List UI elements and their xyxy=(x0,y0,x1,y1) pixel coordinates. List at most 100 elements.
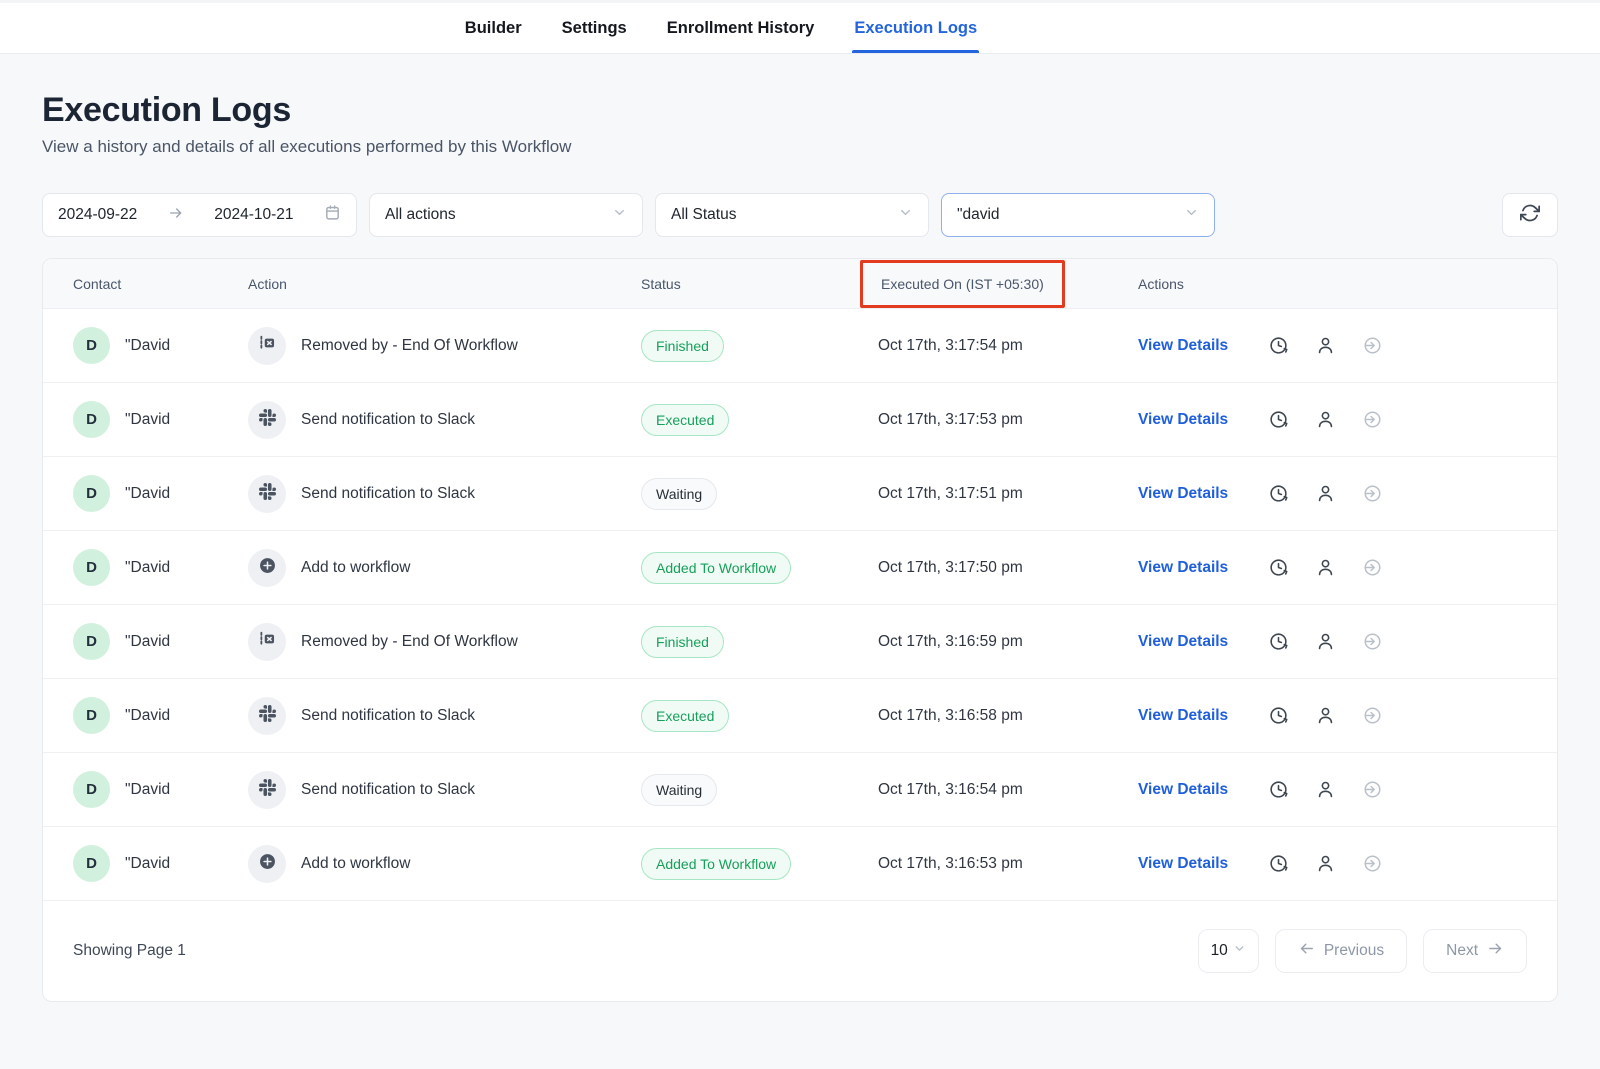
status-badge: Added To Workflow xyxy=(641,552,791,584)
contact-name: "David xyxy=(125,633,170,651)
slack-icon xyxy=(259,409,276,431)
avatar: D xyxy=(73,697,110,734)
user-icon[interactable] xyxy=(1315,631,1336,652)
avatar: D xyxy=(73,549,110,586)
status-cell: Waiting xyxy=(641,478,878,510)
history-icon[interactable] xyxy=(1268,335,1289,356)
actions-cell: View Details xyxy=(1138,335,1527,356)
status-badge: Waiting xyxy=(641,774,717,806)
refresh-button[interactable] xyxy=(1502,193,1558,237)
user-icon[interactable] xyxy=(1315,409,1336,430)
user-icon[interactable] xyxy=(1315,779,1336,800)
history-icon[interactable] xyxy=(1268,779,1289,800)
history-icon[interactable] xyxy=(1268,557,1289,578)
executed-on-cell: Oct 17th, 3:17:53 pm xyxy=(878,411,1138,429)
table-row: D "David Add to workflow Added To Workfl… xyxy=(43,827,1557,901)
enter-workflow-icon[interactable] xyxy=(1362,631,1383,652)
contact-cell: D "David xyxy=(73,623,248,660)
contact-name: "David xyxy=(125,337,170,355)
page-title: Execution Logs xyxy=(42,91,1558,130)
enter-workflow-icon[interactable] xyxy=(1362,483,1383,504)
history-icon[interactable] xyxy=(1268,631,1289,652)
next-label: Next xyxy=(1446,942,1478,960)
user-icon[interactable] xyxy=(1315,705,1336,726)
executed-on-cell: Oct 17th, 3:17:51 pm xyxy=(878,485,1138,503)
enter-workflow-icon[interactable] xyxy=(1362,853,1383,874)
view-details-link[interactable]: View Details xyxy=(1138,337,1228,355)
enter-workflow-icon[interactable] xyxy=(1362,409,1383,430)
enter-workflow-icon[interactable] xyxy=(1362,335,1383,356)
column-header-action: Action xyxy=(248,276,641,292)
refresh-icon xyxy=(1520,203,1540,228)
contact-search-select[interactable]: "david xyxy=(941,193,1215,237)
column-header-actions: Actions xyxy=(1138,276,1527,292)
enter-workflow-icon[interactable] xyxy=(1362,557,1383,578)
contact-cell: D "David xyxy=(73,549,248,586)
page-size-select[interactable]: 10 xyxy=(1198,929,1259,973)
user-icon[interactable] xyxy=(1315,483,1336,504)
action-icon-circle xyxy=(248,475,286,513)
view-details-link[interactable]: View Details xyxy=(1138,559,1228,577)
pagination: 10 Previous Next xyxy=(1198,929,1527,973)
status-badge: Executed xyxy=(641,700,729,732)
date-from-value[interactable]: 2024-09-22 xyxy=(58,206,137,224)
executed-on-cell: Oct 17th, 3:17:54 pm xyxy=(878,337,1138,355)
action-cell: Add to workflow xyxy=(248,549,641,587)
user-icon[interactable] xyxy=(1315,557,1336,578)
action-icon-circle xyxy=(248,845,286,883)
calendar-icon xyxy=(324,204,341,226)
view-details-link[interactable]: View Details xyxy=(1138,855,1228,873)
contact-name: "David xyxy=(125,559,170,577)
date-to-value[interactable]: 2024-10-21 xyxy=(214,206,293,224)
arrow-right-icon xyxy=(168,205,184,226)
action-label: Send notification to Slack xyxy=(301,411,475,429)
enter-workflow-icon[interactable] xyxy=(1362,705,1383,726)
contact-cell: D "David xyxy=(73,327,248,364)
avatar: D xyxy=(73,327,110,364)
column-header-executed-on: Executed On (IST +05:30) xyxy=(881,276,1044,292)
tab-execution-logs[interactable]: Execution Logs xyxy=(854,3,977,53)
status-filter-select[interactable]: All Status xyxy=(655,193,929,237)
page-content: Execution Logs View a history and detail… xyxy=(0,91,1600,1002)
enter-workflow-icon[interactable] xyxy=(1362,779,1383,800)
action-filter-select[interactable]: All actions xyxy=(369,193,643,237)
arrow-left-icon xyxy=(1298,940,1315,962)
view-details-link[interactable]: View Details xyxy=(1138,485,1228,503)
action-icon-circle xyxy=(248,623,286,661)
next-page-button[interactable]: Next xyxy=(1423,929,1527,973)
history-icon[interactable] xyxy=(1268,409,1289,430)
action-label: Removed by - End Of Workflow xyxy=(301,633,518,651)
date-range-picker[interactable]: 2024-09-22 2024-10-21 xyxy=(42,193,357,237)
highlight-box-executed-on: Executed On (IST +05:30) xyxy=(860,260,1065,308)
previous-label: Previous xyxy=(1324,942,1384,960)
view-details-link[interactable]: View Details xyxy=(1138,633,1228,651)
contact-cell: D "David xyxy=(73,401,248,438)
previous-page-button[interactable]: Previous xyxy=(1275,929,1407,973)
table-row: D "David Add to workflow Added To Workfl… xyxy=(43,531,1557,605)
user-icon[interactable] xyxy=(1315,335,1336,356)
action-label: Send notification to Slack xyxy=(301,485,475,503)
tab-settings[interactable]: Settings xyxy=(562,3,627,53)
history-icon[interactable] xyxy=(1268,705,1289,726)
column-header-contact: Contact xyxy=(73,276,248,292)
contact-cell: D "David xyxy=(73,771,248,808)
status-badge: Finished xyxy=(641,626,724,658)
history-icon[interactable] xyxy=(1268,483,1289,504)
view-details-link[interactable]: View Details xyxy=(1138,411,1228,429)
action-label: Send notification to Slack xyxy=(301,781,475,799)
page-subtitle: View a history and details of all execut… xyxy=(42,137,1558,157)
actions-cell: View Details xyxy=(1138,705,1527,726)
action-icon-circle xyxy=(248,697,286,735)
chevron-down-icon xyxy=(1233,942,1246,960)
status-cell: Added To Workflow xyxy=(641,552,878,584)
user-icon[interactable] xyxy=(1315,853,1336,874)
view-details-link[interactable]: View Details xyxy=(1138,781,1228,799)
table-row: D "David Removed by - End Of Workflow Fi… xyxy=(43,309,1557,383)
tab-enrollment-history[interactable]: Enrollment History xyxy=(667,3,815,53)
view-details-link[interactable]: View Details xyxy=(1138,707,1228,725)
action-cell: Removed by - End Of Workflow xyxy=(248,623,641,661)
tab-builder[interactable]: Builder xyxy=(465,3,522,53)
history-icon[interactable] xyxy=(1268,853,1289,874)
status-cell: Added To Workflow xyxy=(641,848,878,880)
action-cell: Send notification to Slack xyxy=(248,475,641,513)
